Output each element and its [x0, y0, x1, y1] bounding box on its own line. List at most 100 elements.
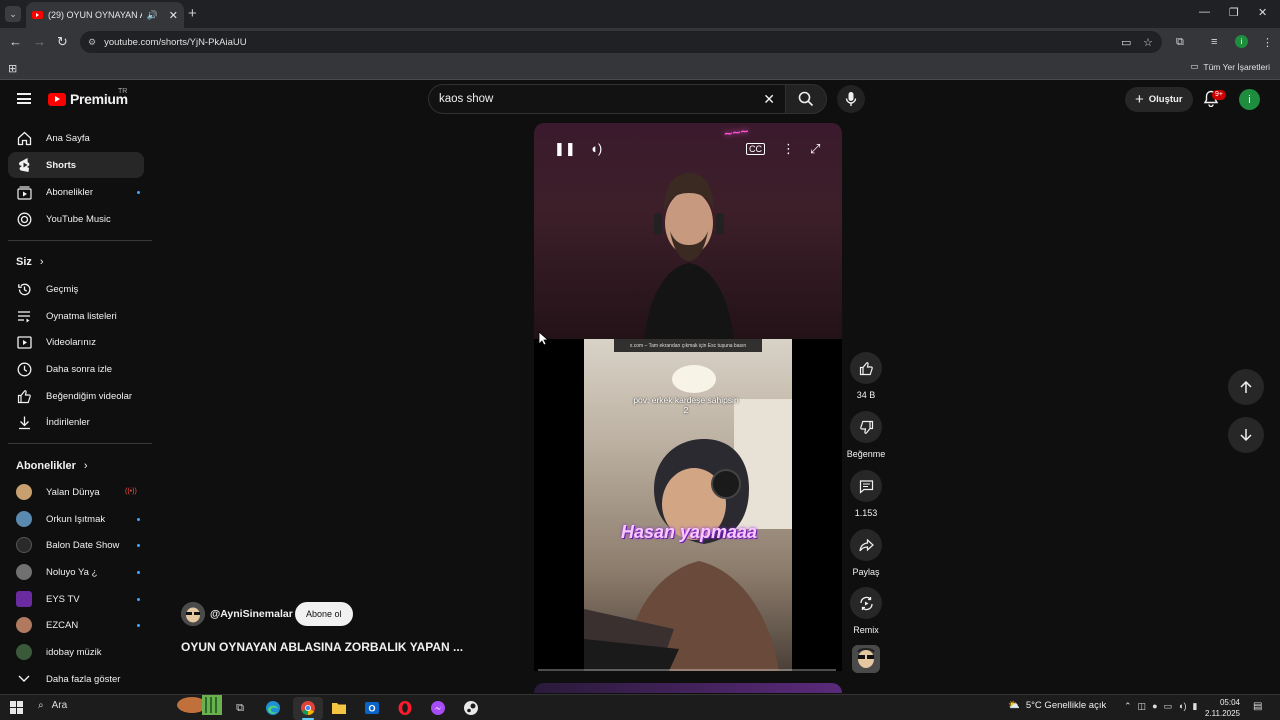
sidebar-item-watch-later[interactable]: Daha sonra izle [8, 356, 144, 382]
edge-icon[interactable] [264, 699, 282, 717]
chrome-icon[interactable] [299, 699, 317, 717]
sidebar-item-home[interactable]: Ana Sayfa [8, 125, 144, 151]
sidebar-divider [8, 443, 152, 444]
forward-icon[interactable]: → [33, 34, 46, 49]
sidebar-sub-eys-tv[interactable]: EYS TV [8, 586, 144, 612]
close-tab-icon[interactable]: ✕ [169, 9, 178, 22]
back-icon[interactable]: ← [9, 34, 22, 49]
captions-icon[interactable]: CC [746, 143, 765, 155]
opera-icon[interactable] [396, 699, 414, 717]
history-icon [16, 281, 32, 297]
sidebar-sub-idobay-muzik[interactable]: idobay müzik [8, 639, 144, 665]
create-button[interactable]: + Oluştur [1125, 87, 1193, 112]
windows-start-icon[interactable] [10, 701, 23, 714]
tab-title: (29) OYUN OYNAYAN ABLA [48, 10, 142, 20]
sidebar-show-more[interactable]: Daha fazla göster [8, 666, 144, 692]
steam-icon[interactable] [462, 699, 480, 717]
like-button[interactable]: 34 B [848, 352, 884, 400]
sidebar-sub-orkun-isitmak[interactable]: Orkun Işıtmak [8, 506, 144, 532]
new-content-dot [137, 191, 140, 194]
speaker-icon[interactable]: 🔊 [147, 10, 158, 21]
extensions-icon[interactable]: ⧉ [1176, 36, 1184, 49]
bookmarks-bar: ⊞ ▭ Tüm Yer İşaretleri [0, 56, 1280, 80]
sidebar-section-you[interactable]: Siz › [16, 256, 44, 268]
sidebar-sub-noluyo-ya[interactable]: Noluyo Ya ¿ [8, 559, 144, 585]
sidebar-item-playlists[interactable]: Oynatma listeleri [8, 303, 144, 329]
channel-avatar-button[interactable] [852, 645, 880, 673]
site-info-icon[interactable]: ⚙ [88, 37, 96, 48]
file-explorer-icon[interactable] [330, 699, 348, 717]
region-code: TR [118, 88, 128, 95]
next-short-button[interactable] [1228, 417, 1264, 453]
sidebar-section-subscriptions[interactable]: Abonelikler › [16, 460, 88, 472]
all-bookmarks-button[interactable]: ▭ Tüm Yer İşaretleri [1190, 61, 1270, 72]
chevron-up-icon[interactable]: ⌃ [1124, 701, 1132, 712]
channel-name[interactable]: @AyniSinemalar [210, 608, 293, 620]
search-input[interactable] [439, 93, 764, 105]
microphone-icon[interactable]: ● [1152, 701, 1157, 712]
bookmark-star-icon[interactable]: ☆ [1143, 36, 1153, 49]
new-content-dot [137, 624, 140, 627]
clear-search-icon[interactable]: ✕ [763, 91, 775, 108]
restore-button[interactable]: ❐ [1229, 6, 1239, 19]
reload-icon[interactable]: ↻ [57, 34, 68, 50]
taskbar-search[interactable]: ⌕ Ara [38, 700, 67, 711]
thumbs-up-icon [16, 388, 32, 404]
sidebar-item-downloads[interactable]: İndirilenler [8, 409, 144, 435]
channel-avatar[interactable] [181, 602, 205, 626]
sidebar-item-subscriptions[interactable]: Abonelikler [8, 179, 144, 205]
speaker-icon[interactable]: ◖) [1178, 701, 1186, 712]
search-button[interactable] [785, 84, 827, 114]
outlook-icon[interactable]: O [363, 699, 381, 717]
sidebar-item-shorts[interactable]: Shorts [8, 152, 144, 178]
volume-icon[interactable]: ◖) [590, 141, 602, 156]
tab-search-button[interactable]: ⌄ [5, 6, 21, 22]
sidebar-sub-ezcan[interactable]: EZCAN [8, 612, 144, 638]
remix-button[interactable]: Remix [848, 587, 884, 635]
video-progress-bar[interactable] [538, 669, 836, 671]
youtube-premium-logo[interactable]: Premium TR [48, 88, 128, 107]
browser-menu-icon[interactable]: ⋮ [1262, 36, 1273, 49]
browser-profile-avatar[interactable]: i [1235, 35, 1248, 48]
sidebar-item-youtube-music[interactable]: YouTube Music [8, 206, 144, 232]
voice-search-button[interactable] [837, 85, 865, 113]
sidebar-item-your-videos[interactable]: Videolarınız [8, 329, 144, 355]
task-view-icon[interactable]: ⧉ [231, 699, 249, 717]
pause-icon[interactable]: ❚❚ [554, 141, 576, 157]
dislike-button[interactable]: Beğenme [846, 411, 886, 459]
subscribe-button[interactable]: Abone ol [295, 602, 353, 626]
address-bar[interactable]: ⚙ youtube.com/shorts/YjN-PkAiaUU [80, 31, 1162, 53]
weather-widget[interactable]: ⛅ 5°C Genellikle açık [1008, 700, 1106, 711]
channel-avatar [16, 537, 32, 553]
cast-icon[interactable]: ▭ [1121, 36, 1131, 49]
previous-short-button[interactable] [1228, 369, 1264, 405]
media-controls-icon[interactable]: ≡ [1211, 36, 1217, 48]
camera-icon[interactable]: ◫ [1138, 701, 1147, 712]
video-title[interactable]: OYUN OYNAYAN ABLASINA ZORBALIK YAPAN ... [181, 640, 463, 654]
account-avatar[interactable]: i [1239, 89, 1260, 110]
new-content-dot [137, 544, 140, 547]
menu-icon[interactable] [17, 93, 31, 104]
search-box[interactable]: ✕ [428, 84, 785, 114]
sidebar-item-history[interactable]: Geçmiş [8, 276, 144, 302]
new-tab-button[interactable]: + [188, 5, 197, 22]
notification-center-icon[interactable]: ▤ [1253, 701, 1262, 712]
minimize-button[interactable]: — [1199, 6, 1210, 18]
sidebar-sub-yalan-dunya[interactable]: Yalan Dünya ((•)) [8, 479, 144, 505]
dislike-label: Beğenme [846, 449, 886, 459]
arrow-down-icon [1240, 429, 1252, 442]
sidebar-item-liked-videos[interactable]: Beğendiğim videolar [8, 383, 144, 409]
url-text[interactable]: youtube.com/shorts/YjN-PkAiaUU [104, 37, 247, 48]
more-options-icon[interactable]: ⋮ [782, 141, 795, 157]
fullscreen-icon[interactable]: ⤢ [810, 141, 820, 157]
taskbar-clock[interactable]: 05:04 2.11.2025 [1196, 697, 1240, 719]
browser-tab-active[interactable]: (29) OYUN OYNAYAN ABLA 🔊 ✕ [26, 2, 184, 28]
messenger-icon[interactable] [429, 699, 447, 717]
network-icon[interactable]: ▭ [1164, 701, 1173, 712]
apps-grid-icon[interactable]: ⊞ [8, 62, 17, 75]
close-window-button[interactable]: ✕ [1258, 6, 1267, 19]
sidebar-sub-balon-date-show[interactable]: Balon Date Show [8, 532, 144, 558]
comments-button[interactable]: 1.153 [848, 470, 884, 518]
next-short-preview[interactable] [534, 683, 842, 693]
share-button[interactable]: Paylaş [848, 529, 884, 577]
